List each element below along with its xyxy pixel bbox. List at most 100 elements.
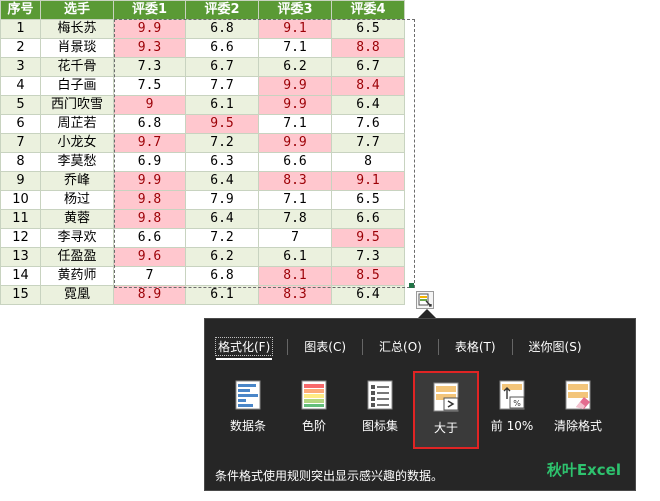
color-scale-button[interactable]: 色阶: [281, 371, 347, 449]
score-cell[interactable]: 6.4: [185, 209, 259, 229]
row-number-cell[interactable]: 1: [0, 19, 41, 39]
score-cell[interactable]: 7.1: [258, 114, 332, 134]
row-number-cell[interactable]: 5: [0, 95, 41, 115]
score-cell[interactable]: 8.4: [331, 76, 405, 96]
row-number-cell[interactable]: 3: [0, 57, 41, 77]
row-number-cell[interactable]: 14: [0, 266, 41, 286]
row-number-cell[interactable]: 7: [0, 133, 41, 153]
score-cell[interactable]: 9.3: [113, 38, 186, 58]
contestant-name-cell[interactable]: 霓凰: [40, 285, 114, 305]
score-cell[interactable]: 8: [331, 152, 405, 172]
score-cell[interactable]: 7.7: [185, 76, 259, 96]
contestant-name-cell[interactable]: 白子画: [40, 76, 114, 96]
contestant-name-cell[interactable]: 黄药师: [40, 266, 114, 286]
score-cell[interactable]: 6.6: [185, 38, 259, 58]
score-cell[interactable]: 6.1: [185, 95, 259, 115]
score-cell[interactable]: 6.1: [258, 247, 332, 267]
score-cell[interactable]: 6.3: [185, 152, 259, 172]
contestant-name-cell[interactable]: 周芷若: [40, 114, 114, 134]
fill-handle[interactable]: [409, 283, 414, 288]
score-cell[interactable]: 6.7: [331, 57, 405, 77]
row-number-cell[interactable]: 11: [0, 209, 41, 229]
row-number-cell[interactable]: 6: [0, 114, 41, 134]
tab-tables[interactable]: 表格(T): [453, 338, 498, 355]
row-number-cell[interactable]: 2: [0, 38, 41, 58]
top-10-percent-button[interactable]: % 前 10%: [479, 371, 545, 449]
row-number-cell[interactable]: 13: [0, 247, 41, 267]
score-cell[interactable]: 9.9: [113, 171, 186, 191]
tab-formatting[interactable]: 格式化(F): [215, 337, 274, 360]
score-cell[interactable]: 7: [258, 228, 332, 248]
contestant-name-cell[interactable]: 梅长苏: [40, 19, 114, 39]
score-cell[interactable]: 9: [113, 95, 186, 115]
contestant-name-cell[interactable]: 小龙女: [40, 133, 114, 153]
row-number-cell[interactable]: 8: [0, 152, 41, 172]
score-cell[interactable]: 6.1: [185, 285, 259, 305]
header-cell[interactable]: 评委1: [113, 0, 186, 20]
score-cell[interactable]: 7.5: [113, 76, 186, 96]
score-cell[interactable]: 6.8: [113, 114, 186, 134]
score-cell[interactable]: 7.2: [185, 133, 259, 153]
score-cell[interactable]: 6.4: [331, 285, 405, 305]
header-cell[interactable]: 评委2: [185, 0, 259, 20]
score-cell[interactable]: 7.7: [331, 133, 405, 153]
contestant-name-cell[interactable]: 黄蓉: [40, 209, 114, 229]
score-cell[interactable]: 6.8: [185, 266, 259, 286]
icon-set-button[interactable]: 图标集: [347, 371, 413, 449]
score-cell[interactable]: 6.4: [185, 171, 259, 191]
score-cell[interactable]: 7.1: [258, 38, 332, 58]
contestant-name-cell[interactable]: 乔峰: [40, 171, 114, 191]
header-cell[interactable]: 序号: [0, 0, 41, 20]
clear-format-button[interactable]: 清除格式: [545, 371, 611, 449]
score-cell[interactable]: 6.7: [185, 57, 259, 77]
score-cell[interactable]: 8.3: [258, 285, 332, 305]
score-cell[interactable]: 7.1: [258, 190, 332, 210]
score-cell[interactable]: 9.1: [258, 19, 332, 39]
score-cell[interactable]: 9.9: [113, 19, 186, 39]
score-cell[interactable]: 6.6: [258, 152, 332, 172]
score-cell[interactable]: 6.4: [331, 95, 405, 115]
score-cell[interactable]: 7.3: [331, 247, 405, 267]
contestant-name-cell[interactable]: 西门吹雪: [40, 95, 114, 115]
contestant-name-cell[interactable]: 花千骨: [40, 57, 114, 77]
score-cell[interactable]: 6.9: [113, 152, 186, 172]
score-cell[interactable]: 8.3: [258, 171, 332, 191]
score-cell[interactable]: 7.6: [331, 114, 405, 134]
contestant-name-cell[interactable]: 李莫愁: [40, 152, 114, 172]
contestant-name-cell[interactable]: 任盈盈: [40, 247, 114, 267]
score-cell[interactable]: 7.2: [185, 228, 259, 248]
score-cell[interactable]: 9.6: [113, 247, 186, 267]
score-cell[interactable]: 7.9: [185, 190, 259, 210]
score-cell[interactable]: 6.6: [331, 209, 405, 229]
score-cell[interactable]: 7.3: [113, 57, 186, 77]
score-cell[interactable]: 7: [113, 266, 186, 286]
score-cell[interactable]: 6.2: [258, 57, 332, 77]
contestant-name-cell[interactable]: 杨过: [40, 190, 114, 210]
score-cell[interactable]: 9.8: [113, 190, 186, 210]
score-cell[interactable]: 6.6: [113, 228, 186, 248]
score-cell[interactable]: 6.2: [185, 247, 259, 267]
score-cell[interactable]: 8.1: [258, 266, 332, 286]
tab-totals[interactable]: 汇总(O): [377, 338, 424, 355]
header-cell[interactable]: 评委3: [258, 0, 332, 20]
row-number-cell[interactable]: 10: [0, 190, 41, 210]
quick-analysis-button[interactable]: [416, 291, 434, 309]
contestant-name-cell[interactable]: 肖景琰: [40, 38, 114, 58]
header-cell[interactable]: 选手: [40, 0, 114, 20]
score-cell[interactable]: 9.9: [258, 95, 332, 115]
contestant-name-cell[interactable]: 李寻欢: [40, 228, 114, 248]
row-number-cell[interactable]: 15: [0, 285, 41, 305]
score-cell[interactable]: 9.1: [331, 171, 405, 191]
score-cell[interactable]: 9.5: [331, 228, 405, 248]
score-cell[interactable]: 8.5: [331, 266, 405, 286]
score-cell[interactable]: 7.8: [258, 209, 332, 229]
score-cell[interactable]: 9.7: [113, 133, 186, 153]
row-number-cell[interactable]: 12: [0, 228, 41, 248]
row-number-cell[interactable]: 4: [0, 76, 41, 96]
greater-than-button[interactable]: 大于: [413, 371, 479, 449]
score-cell[interactable]: 6.5: [331, 190, 405, 210]
score-cell[interactable]: 6.8: [185, 19, 259, 39]
score-cell[interactable]: 8.8: [331, 38, 405, 58]
score-cell[interactable]: 9.8: [113, 209, 186, 229]
tab-charts[interactable]: 图表(C): [302, 338, 348, 355]
